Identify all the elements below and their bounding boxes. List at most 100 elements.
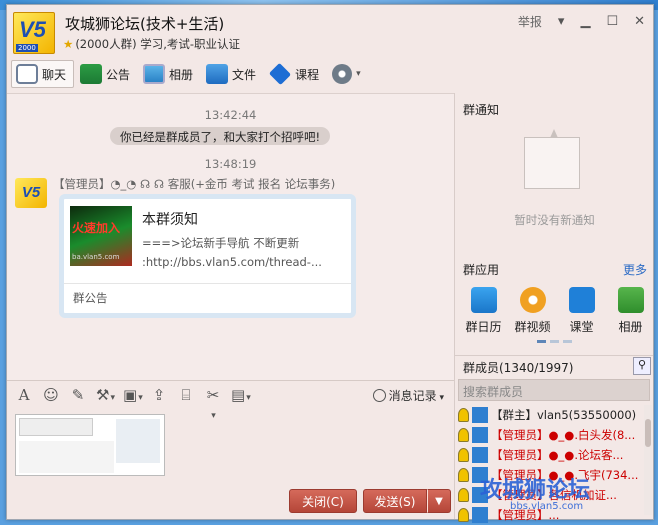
chevron-down-icon[interactable]: ▾ (558, 14, 565, 29)
image-icon[interactable]: ▣ (123, 386, 141, 404)
send-button[interactable]: 发送(S) (363, 489, 427, 513)
member-search-input[interactable]: 搜索群成员 (458, 379, 650, 401)
apps-section-title: 群应用 (463, 263, 500, 277)
app-label: 群日历 (465, 320, 502, 334)
timestamp: 13:42:44 (204, 108, 257, 122)
announcement-card[interactable]: 火速加入 ba.vlan5.com 本群须知 ===>论坛新手导航 不断更新 :… (59, 194, 356, 318)
pager-dot[interactable] (550, 340, 559, 343)
avatar (472, 407, 488, 423)
tab-file[interactable]: 文件 (202, 60, 263, 88)
announcement-line: ===>论坛新手导航 不断更新 (142, 236, 300, 250)
member-name: 【管理员】●_●.白头发(8... (491, 428, 636, 442)
member-list: 【群主】vlan5(53550000) 【管理员】●_●.白头发(8... 【管… (458, 405, 643, 525)
chevron-down-icon: ▾ (356, 69, 361, 79)
scrollbar-thumb[interactable] (645, 419, 651, 447)
sender-avatar[interactable]: V5 (15, 178, 47, 208)
report-button[interactable]: 举报 (518, 13, 542, 30)
app-album[interactable]: 相册 (606, 287, 655, 335)
apps-more-link[interactable]: 更多 (623, 261, 647, 278)
chat-message-area[interactable]: 13:42:44 你已经是群成员了，和大家打个招呼吧! 13:48:19 V5 … (7, 93, 454, 380)
gift-icon[interactable]: ⌸ (177, 386, 195, 404)
thumbnail-url: ba.vlan5.com (72, 253, 120, 261)
app-video[interactable]: 群视频 (508, 287, 557, 335)
member-item[interactable]: 【管理员】各信机加证... (458, 485, 643, 505)
settings-button[interactable]: ▾ (328, 60, 368, 88)
member-item[interactable]: 【管理员】●_●.飞宇(734... (458, 465, 643, 485)
message-input[interactable] (7, 408, 454, 488)
gear-icon (332, 64, 353, 84)
tab-album[interactable]: 相册 (139, 60, 200, 88)
pager-dot[interactable] (537, 340, 546, 343)
notice-board-icon (524, 129, 580, 189)
album-icon (617, 287, 644, 313)
tab-notice[interactable]: 公告 (76, 60, 137, 88)
pager-dot[interactable] (563, 340, 572, 343)
gift-shake-icon[interactable]: ⚒ (96, 386, 114, 404)
person-icon (458, 488, 469, 502)
album-icon (143, 64, 166, 84)
course-icon (268, 62, 292, 86)
font-icon[interactable]: A (15, 386, 33, 404)
right-panel: 群通知 暂时没有新通知 群应用 更多 群日历 群视频 课堂 相册 群成员(134… (454, 93, 655, 523)
avatar (472, 467, 488, 483)
group-title[interactable]: 攻城狮论坛(技术+生活) (65, 13, 224, 34)
screenshot-detail (116, 419, 160, 463)
search-icon[interactable]: ⚲ (633, 357, 651, 375)
member-item[interactable]: 【群主】vlan5(53550000) (458, 405, 643, 425)
person-icon (458, 508, 469, 522)
notice-empty-text: 暂时没有新通知 (514, 213, 595, 227)
announcement-link[interactable]: :http://bbs.vlan5.com/thread-... (142, 255, 342, 269)
magic-wand-icon[interactable]: ✎ (69, 386, 87, 404)
timestamp: 13:48:19 (204, 157, 257, 171)
emoji-icon[interactable]: ☺ (42, 386, 60, 404)
app-classroom[interactable]: 课堂 (557, 287, 606, 335)
message-history-button[interactable]: 消息记录 ▾ (372, 387, 444, 404)
member-item[interactable]: 【管理员】●_●.白头发(8... (458, 425, 643, 445)
member-item[interactable]: 【管理员】●_●.论坛客... (458, 445, 643, 465)
maximize-icon[interactable]: ☐ (606, 14, 618, 29)
flag-icon (80, 64, 103, 84)
close-button[interactable]: 关闭(C) (289, 489, 357, 513)
pasted-screenshot-image[interactable] (15, 414, 165, 476)
apps-pager[interactable] (537, 340, 572, 343)
system-message: 你已经是群成员了，和大家打个招呼吧! (110, 127, 331, 145)
tab-notice-label: 公告 (106, 67, 131, 82)
member-name: 【管理员】各信机加证... (491, 488, 617, 502)
announcement-footer: 群公告 (64, 283, 351, 306)
message-history-label: 消息记录 (388, 389, 437, 403)
close-icon[interactable]: ✕ (634, 14, 645, 29)
group-avatar[interactable]: V5 2000 (13, 12, 55, 54)
tab-bar: 聊天 公告 相册 文件 课程 ▾ (11, 59, 370, 89)
minimize-icon[interactable]: ▁ (580, 14, 590, 29)
clock-icon (372, 389, 386, 402)
logo-text: V5 (19, 17, 46, 42)
window-controls: 举报 ▾ ▁ ☐ ✕ (518, 13, 645, 30)
screenshot-detail (19, 418, 93, 436)
member-item[interactable]: 【管理员】... (458, 505, 643, 525)
input-toolbar: A ☺ ✎ ⚒ ▣ ⇪ ⌸ ✂ ▤ 消息记录 ▾ (7, 380, 454, 408)
tab-course-label: 课程 (295, 67, 320, 82)
group-subtitle-text: (2000人群) 学习,考试-职业认证 (75, 37, 241, 51)
member-name: 【群主】vlan5(53550000) (491, 408, 637, 422)
red-packet-icon[interactable]: ▤ (231, 386, 249, 404)
scissors-icon[interactable]: ✂ (204, 386, 222, 404)
notice-section-title: 群通知 (463, 103, 500, 117)
chevron-down-icon: ▼ (435, 495, 443, 507)
star-icon: ★ (63, 37, 74, 51)
file-icon (206, 64, 229, 84)
member-list-scrollbar[interactable] (644, 405, 652, 515)
tab-file-label: 文件 (232, 67, 257, 82)
upload-icon[interactable]: ⇪ (150, 386, 168, 404)
announcement-title: 本群须知 (142, 212, 198, 228)
group-subtitle: ★ (2000人群) 学习,考试-职业认证 (63, 36, 240, 52)
app-label: 相册 (618, 320, 643, 334)
avatar (472, 487, 488, 503)
tab-course[interactable]: 课程 (265, 60, 326, 88)
tab-chat[interactable]: 聊天 (11, 60, 75, 88)
sender-name[interactable]: 【管理员】◔_◔ ☊ ☊ 客服(+金币 考试 报名 论坛事务) (53, 176, 335, 192)
qq-group-chat-window: V5 2000 攻城狮论坛(技术+生活) ★ (2000人群) 学习,考试-职业认… (6, 4, 655, 523)
app-calendar[interactable]: 群日历 (459, 287, 508, 335)
tab-album-label: 相册 (169, 67, 194, 82)
announcement-thumbnail: 火速加入 ba.vlan5.com (70, 206, 132, 266)
send-options-button[interactable]: ▼ (427, 489, 451, 513)
